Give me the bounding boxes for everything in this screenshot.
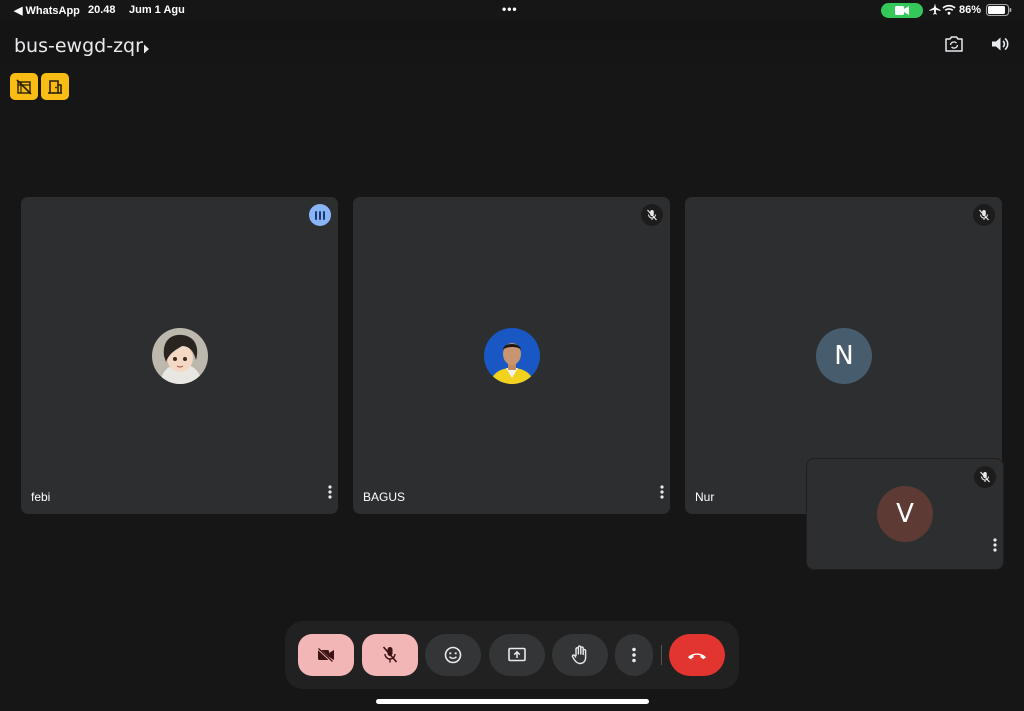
participant-tile-bagus[interactable]: BAGUS (353, 197, 670, 514)
host-controls-badge[interactable] (41, 73, 69, 100)
meeting-code[interactable]: bus-ewgd-zqr (14, 35, 143, 57)
battery-icon (986, 4, 1012, 19)
more-vert-icon[interactable] (993, 538, 997, 557)
present-screen-icon (508, 647, 526, 662)
multitasking-dots-icon[interactable]: ••• (502, 2, 518, 16)
wifi-icon (942, 4, 956, 18)
hand-icon (571, 645, 587, 665)
status-time: 20.48 (88, 4, 116, 16)
camera-off-button[interactable] (298, 634, 354, 676)
meeting-header: bus-ewgd-zqr (0, 20, 1024, 100)
speaking-indicator-icon (309, 204, 331, 226)
home-indicator[interactable] (376, 699, 649, 704)
no-recording-icon (16, 78, 32, 95)
avatar: N (816, 328, 872, 384)
participant-tile-febi[interactable]: febi (21, 197, 338, 514)
mic-muted-icon (974, 466, 996, 488)
participant-name: Nur (695, 490, 715, 504)
more-vert-icon (632, 647, 636, 663)
self-view-tile[interactable]: V (807, 459, 1003, 569)
call-end-icon (688, 652, 706, 659)
more-options-button[interactable] (615, 634, 653, 676)
airplane-mode-icon (929, 3, 941, 18)
more-vert-icon[interactable] (328, 485, 332, 504)
more-vert-icon[interactable] (660, 485, 664, 504)
mic-muted-icon (641, 204, 663, 226)
status-bar: ◀ WhatsApp 20.48 Jum 1 Agu ••• 86% (0, 0, 1024, 20)
active-call-pill[interactable] (881, 3, 923, 18)
participant-name: BAGUS (363, 490, 406, 504)
back-to-app-link[interactable]: ◀ WhatsApp (14, 4, 80, 17)
profile-photo (484, 328, 540, 384)
video-camera-icon (895, 6, 909, 15)
switch-camera-icon[interactable] (944, 35, 966, 57)
mic-off-button[interactable] (362, 634, 418, 676)
mic-off-icon (382, 646, 398, 663)
video-off-icon (317, 648, 334, 662)
present-button[interactable] (489, 634, 545, 676)
recording-disabled-badge[interactable] (10, 73, 38, 100)
raise-hand-button[interactable] (552, 634, 608, 676)
speaker-icon[interactable] (990, 35, 1012, 57)
status-date: Jum 1 Agu (129, 4, 185, 16)
battery-percent: 86% (959, 4, 982, 16)
divider (661, 645, 662, 665)
avatar (152, 328, 208, 384)
mic-muted-icon (973, 204, 995, 226)
reactions-button[interactable] (425, 634, 481, 676)
call-controls-bar (285, 621, 739, 689)
avatar: V (877, 486, 933, 542)
avatar (484, 328, 540, 384)
anime-avatar-photo (152, 328, 208, 384)
caret-right-icon[interactable] (143, 41, 150, 59)
emoji-icon (444, 646, 462, 664)
participant-name: febi (31, 490, 51, 504)
end-call-button[interactable] (669, 634, 725, 676)
door-icon (48, 79, 62, 94)
